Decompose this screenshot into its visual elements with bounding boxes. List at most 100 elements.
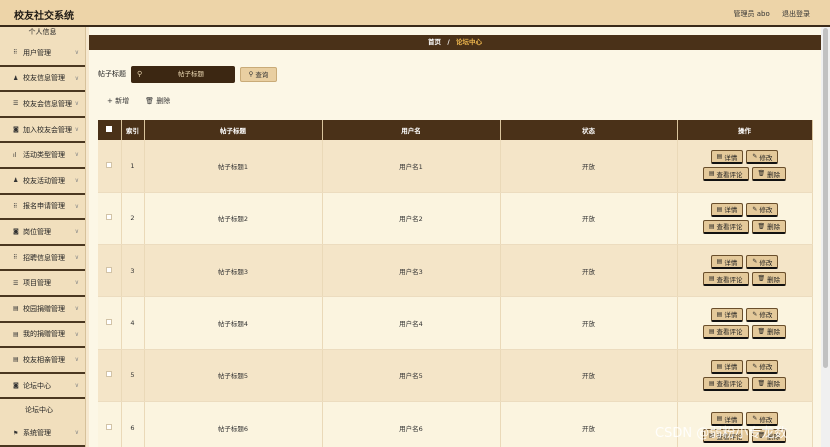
sidebar-item[interactable]: ⠿ 报名申请管理 ∨ — [0, 195, 85, 221]
person-icon: ♟ — [13, 177, 19, 185]
pencil-icon: ✎ — [752, 258, 758, 266]
view-comments-button[interactable]: ▤ 查看评论 — [702, 324, 749, 339]
pencil-icon: ✎ — [752, 205, 758, 213]
select-all-checkbox-cell[interactable] — [98, 120, 122, 140]
row-delete-button[interactable]: 🗑 删除 — [751, 376, 787, 391]
sidebar-item[interactable]: ıl 活动类型管理 ∨ — [0, 143, 85, 169]
breadcrumb-current: 论坛中心 — [455, 38, 482, 46]
cell-user: 用户名2 — [322, 192, 501, 246]
edit-button[interactable]: ✎ 修改 — [746, 202, 779, 217]
breadcrumb-home[interactable]: 首页 — [428, 38, 441, 46]
sidebar-item[interactable]: ◙ 论坛中心 ∨ — [0, 374, 85, 400]
cell-user: 用户名6 — [322, 401, 501, 447]
table-row: 1 帖子标题1 用户名1 开放 ▤ 详情 ✎ 修改 ▤ 查看评论 🗑 删除 — [98, 140, 813, 193]
row-checkbox[interactable] — [106, 423, 113, 430]
edit-button[interactable]: ✎ 修改 — [746, 359, 779, 374]
row-delete-button[interactable]: 🗑 删除 — [751, 272, 787, 287]
row-delete-button[interactable]: 🗑 删除 — [751, 219, 787, 234]
edit-button[interactable]: ✎ 修改 — [746, 307, 779, 322]
doc-icon: ▤ — [13, 356, 19, 364]
row-checkbox-cell[interactable] — [98, 140, 122, 193]
cell-ops: ▤ 详情 ✎ 修改 ▤ 查看评论 🗑 删除 — [677, 140, 813, 193]
delete-button[interactable]: 🗑 删除 — [145, 96, 170, 106]
detail-button[interactable]: ▤ 详情 — [710, 307, 744, 322]
sidebar-item[interactable]: ▤ 校友相亲管理 ∨ — [0, 348, 85, 374]
sidebar-item-label: 岗位管理 — [23, 227, 51, 236]
chevron-down-icon: ∨ — [74, 381, 79, 389]
detail-button[interactable]: ▤ 详情 — [710, 202, 744, 217]
row-checkbox[interactable] — [106, 161, 113, 168]
row-checkbox-cell[interactable] — [98, 349, 122, 402]
select-all-checkbox[interactable] — [106, 126, 113, 132]
row-checkbox-cell[interactable] — [98, 401, 122, 447]
detail-button[interactable]: ▤ 详情 — [710, 255, 744, 270]
row-checkbox[interactable] — [106, 214, 113, 221]
view-comments-button-label: 查看评论 — [716, 275, 743, 284]
sidebar-item[interactable]: ▤ 我的捐赠管理 ∨ — [0, 323, 85, 349]
table-row: 2 帖子标题2 用户名2 开放 ▤ 详情 ✎ 修改 ▤ 查看评论 🗑 删除 — [98, 192, 813, 246]
list-icon: ☰ — [13, 279, 19, 287]
view-comments-button-label: 查看评论 — [716, 380, 743, 389]
row-checkbox[interactable] — [106, 319, 113, 326]
trash-icon: 🗑 — [757, 327, 766, 335]
table-row: 4 帖子标题4 用户名4 开放 ▤ 详情 ✎ 修改 ▤ 查看评论 🗑 删除 — [98, 296, 813, 350]
row-delete-button[interactable]: 🗑 删除 — [751, 167, 787, 182]
sidebar-item[interactable]: ⠿ 招聘信息管理 ∨ — [0, 246, 85, 272]
chevron-down-icon: ∨ — [74, 279, 79, 287]
search-icon: ⚲ — [248, 70, 254, 78]
sidebar-item[interactable]: ⠿ 用户管理 ∨ — [0, 41, 85, 67]
flag-icon: ⚑ — [13, 429, 19, 437]
cell-status: 开放 — [500, 349, 678, 402]
user-label: 管理员 abo — [733, 10, 770, 18]
edit-button[interactable]: ✎ 修改 — [746, 150, 779, 165]
scrollbar-thumb[interactable] — [823, 28, 828, 368]
search-input[interactable] — [149, 70, 233, 78]
sidebar-item[interactable]: ◙ 加入校友会管理 ∨ — [0, 118, 85, 144]
cell-ops: ▤ 详情 ✎ 修改 ▤ 查看评论 🗑 删除 — [677, 296, 813, 350]
cell-status: 开放 — [500, 140, 678, 193]
sidebar-item-label: 加入校友会管理 — [23, 125, 72, 134]
page-scrollbar[interactable] — [821, 27, 830, 447]
row-checkbox-cell[interactable] — [98, 192, 122, 246]
detail-button[interactable]: ▤ 详情 — [710, 359, 744, 374]
chevron-down-icon: ∨ — [74, 176, 79, 184]
sidebar-item-label: 项目管理 — [23, 279, 51, 288]
sidebar-item-system[interactable]: ⚑ 系统管理 ∨ — [0, 421, 85, 447]
sidebar-item[interactable]: ♟ 校友活动管理 ∨ — [0, 169, 85, 195]
view-comments-button[interactable]: ▤ 查看评论 — [702, 272, 749, 287]
view-comments-button[interactable]: ▤ 查看评论 — [702, 219, 749, 234]
doc-icon: ▤ — [708, 327, 715, 335]
doc-icon: ▤ — [13, 305, 19, 313]
sidebar-item-profile[interactable]: 个人信息 — [0, 27, 85, 41]
top-right-area: 管理员 abo 退出登录 — [724, 9, 810, 19]
logout-link[interactable]: 退出登录 — [782, 10, 810, 18]
sidebar-item[interactable]: ▤ 校园捐赠管理 ∨ — [0, 297, 85, 323]
sidebar-item[interactable]: ☰ 项目管理 ∨ — [0, 271, 85, 297]
sidebar-subitem-forum[interactable]: 论坛中心 — [0, 399, 85, 421]
header-ops: 操作 — [677, 120, 813, 140]
top-bar: 校友社交系统 管理员 abo 退出登录 — [0, 0, 830, 27]
row-delete-button[interactable]: 🗑 删除 — [751, 324, 787, 339]
detail-button-label: 详情 — [724, 206, 738, 215]
add-button[interactable]: + 新增 — [107, 96, 129, 106]
row-checkbox-cell[interactable] — [98, 244, 122, 298]
sidebar-item-label: 校友信息管理 — [23, 74, 65, 83]
edit-button[interactable]: ✎ 修改 — [746, 255, 779, 270]
detail-button[interactable]: ▤ 详情 — [710, 150, 744, 165]
view-comments-button[interactable]: ▤ 查看评论 — [702, 376, 749, 391]
add-button-label: 新增 — [115, 97, 130, 105]
view-comments-button[interactable]: ▤ 查看评论 — [702, 167, 749, 182]
sidebar-item-label: 活动类型管理 — [23, 151, 65, 160]
forum-icon: ◙ — [13, 382, 19, 390]
table-header-row: 索引 帖子标题 用户名 状态 操作 — [98, 120, 813, 140]
sidebar-item[interactable]: ◙ 岗位管理 ∨ — [0, 220, 85, 246]
query-button[interactable]: ⚲ 查询 — [240, 66, 277, 82]
sidebar-item[interactable]: ♟ 校友信息管理 ∨ — [0, 67, 85, 93]
trash-icon: 🗑 — [757, 379, 766, 387]
row-checkbox-cell[interactable] — [98, 296, 122, 350]
row-checkbox[interactable] — [106, 371, 113, 378]
sidebar-item[interactable]: ☰ 校友会信息管理 ∨ — [0, 92, 85, 118]
briefcase-icon: ◙ — [13, 228, 19, 236]
row-checkbox[interactable] — [106, 266, 113, 273]
doc-icon: ▤ — [716, 205, 723, 213]
